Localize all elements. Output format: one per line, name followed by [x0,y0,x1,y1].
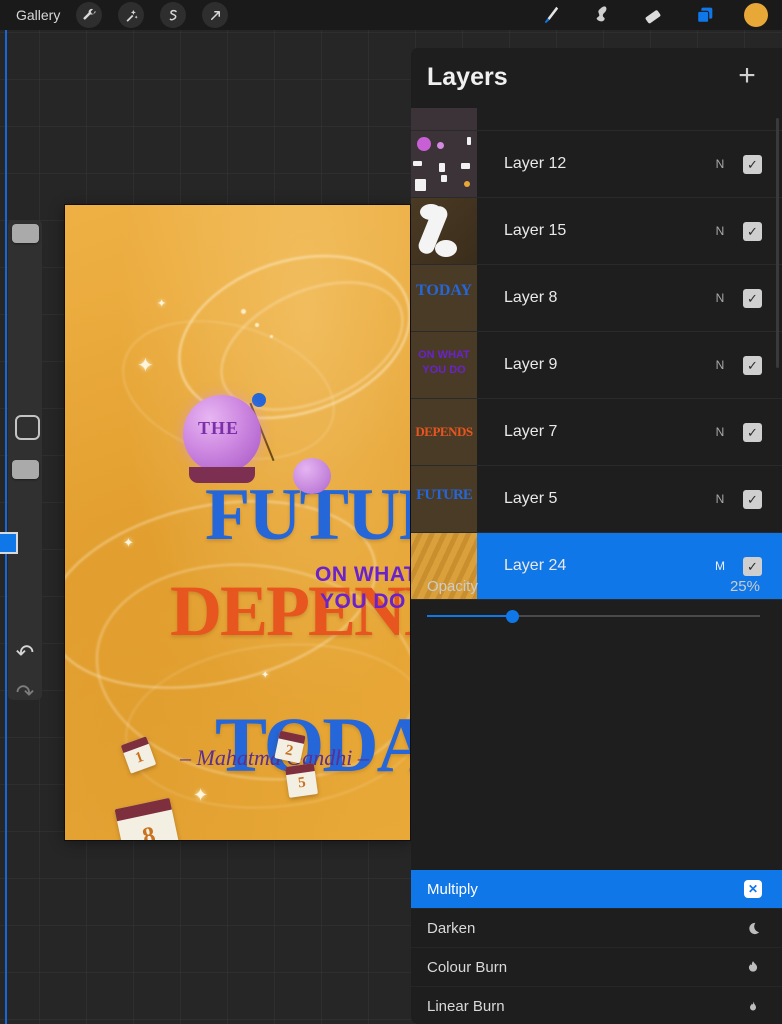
redo-button[interactable]: ↷ [12,680,38,706]
blend-mode-multiply[interactable]: Multiply ✕ [411,870,782,908]
layer-blend-mode[interactable]: N [697,224,743,238]
layer-list[interactable]: Layer 12 N ✓ Layer 15 N ✓ TODAY Layer 8 … [411,108,782,600]
selection-handle-left[interactable] [0,532,18,554]
smudge-tool[interactable] [588,2,614,28]
flame-drop-icon [744,958,762,976]
layer-name: Layer 9 [504,356,558,373]
blend-mode-colour-burn[interactable]: Colour Burn [411,947,782,986]
layer-visibility-checkbox[interactable]: ✓ [743,288,762,308]
table-row[interactable]: Layer 12 N ✓ [411,131,782,198]
layer-visibility-checkbox[interactable]: ✓ [743,221,762,241]
layers-panel-header: Layers + [411,48,782,108]
layer-name: Layer 12 [504,155,567,172]
opacity-value: 25% [729,578,760,595]
table-row[interactable]: Layer 15 N ✓ [411,198,782,265]
layer-thumbnail: DEPENDS [411,399,477,465]
table-row[interactable]: ON WHAT YOU DO Layer 9 N ✓ [411,332,782,399]
blend-mode-linear-burn[interactable]: Linear Burn [411,986,782,1024]
artwork-word-on-what: ON WHAT [315,563,410,586]
layers-panel: Layers + Layer 12 N ✓ Layer 15 N ✓ TODAY… [411,48,782,1024]
layer-thumbnail: ON WHAT YOU DO [411,332,477,398]
panel-empty-area [411,630,782,876]
panel-scrollbar[interactable] [776,118,779,368]
crystal-ball-text: THE [198,418,240,438]
page-title: Layers [427,63,508,91]
dust-particle [270,335,273,338]
layer-name: Layer 5 [504,490,558,507]
adjustments-wand-icon[interactable] [118,2,145,28]
sparkle-icon: ✦ [157,298,167,310]
canvas-left-edge [5,30,7,1024]
dust-particle [255,323,259,327]
layer-name: Layer 7 [504,423,558,440]
small-orb [293,458,331,494]
layers-tool[interactable] [692,2,718,28]
table-row[interactable]: TODAY Layer 8 N ✓ [411,265,782,332]
layer-blend-mode[interactable]: N [697,291,743,305]
layer-thumbnail [411,131,477,197]
layer-thumbnail: TODAY [411,265,477,331]
color-swatch[interactable] [744,3,768,27]
blend-mode-darken[interactable]: Darken [411,908,782,947]
opacity-slider-fill [427,615,513,617]
add-layer-button[interactable]: + [734,61,760,91]
dust-particle [241,309,246,314]
undo-button[interactable]: ↶ [12,640,38,666]
layer-thumbnail [411,108,477,130]
opacity-slider-handle[interactable] [506,610,519,623]
brush-size-slider[interactable] [12,224,39,243]
layer-blend-mode[interactable]: N [697,157,743,171]
blend-mode-list[interactable]: Multiply ✕ Darken Colour Burn Linear Bur… [411,870,782,1024]
layer-visibility-checkbox[interactable]: ✓ [743,489,762,509]
layer-visibility-checkbox[interactable]: ✓ [743,355,762,375]
layer-name: Layer 15 [504,222,567,239]
layer-blend-mode[interactable]: N [697,492,743,506]
flame-icon [744,997,762,1015]
opacity-slider[interactable] [427,610,760,623]
sparkle-icon: ✦ [123,535,134,550]
procreate-app: ✦ ✦ ✦ ✦ ✦ FUTURE DEPENDS TODAY ON WHAT Y… [0,0,782,1024]
table-row[interactable]: DEPENDS Layer 7 N ✓ [411,399,782,466]
square-tool-button[interactable] [15,415,40,440]
top-toolbar: Gallery [0,0,782,30]
layer-blend-mode[interactable]: N [697,358,743,372]
actions-wrench-icon[interactable] [76,2,103,28]
layer-thumbnail [411,198,477,264]
artboard[interactable]: ✦ ✦ ✦ ✦ ✦ FUTURE DEPENDS TODAY ON WHAT Y… [65,205,410,840]
chain-bead-icon [252,393,266,407]
moon-icon [744,919,762,937]
brush-tool[interactable] [536,2,562,28]
table-row[interactable]: FUTURE Layer 5 N ✓ [411,466,782,533]
eraser-tool[interactable] [640,2,666,28]
sparkle-icon: ✦ [193,785,209,805]
x-mark-icon: ✕ [744,880,762,898]
layer-blend-mode[interactable]: N [697,425,743,439]
opacity-label: Opacity [427,578,478,595]
selection-s-icon[interactable] [160,2,187,28]
opacity-control[interactable]: Opacity 25% [411,568,782,630]
brush-opacity-slider[interactable] [12,460,39,479]
layer-visibility-checkbox[interactable]: ✓ [743,154,762,174]
sparkle-icon: ✦ [261,670,270,681]
transform-arrow-icon[interactable] [202,2,229,28]
table-row[interactable] [411,108,782,131]
layer-name: Layer 8 [504,289,558,306]
gallery-button[interactable]: Gallery [16,7,60,23]
layer-thumbnail: FUTURE [411,466,477,532]
crystal-ball-base [189,467,255,483]
artwork-word-you-do: YOU DO [320,590,406,613]
layer-visibility-checkbox[interactable]: ✓ [743,422,762,442]
sparkle-icon: ✦ [137,355,154,377]
card-icon: 5 [284,763,319,798]
